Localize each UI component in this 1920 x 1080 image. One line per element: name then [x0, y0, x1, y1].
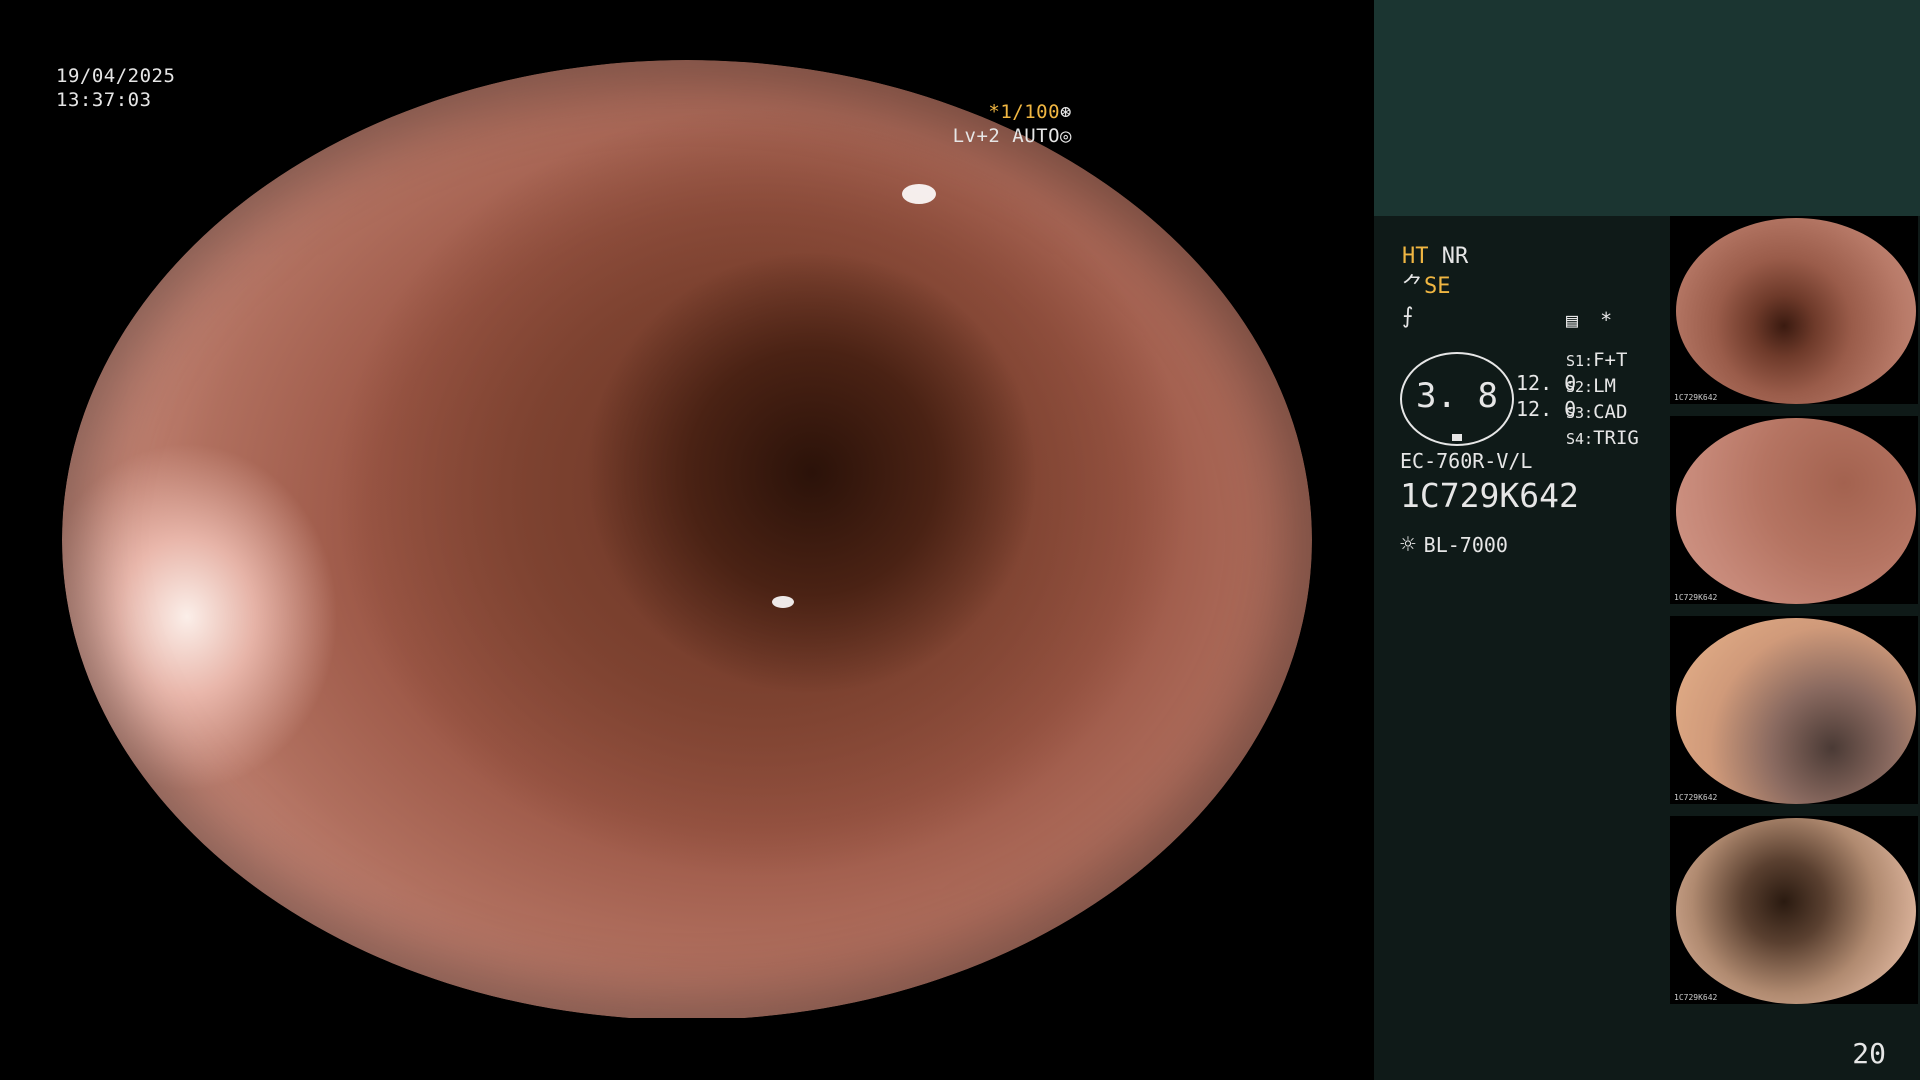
datetime-readout: 19/04/2025 13:37:03	[56, 64, 175, 112]
mode-ht: HT	[1402, 244, 1429, 269]
light-source-model: BL-7000	[1423, 533, 1508, 557]
settings-menu-icon: ▤	[1566, 308, 1579, 332]
thumbnail-label: 1C729K642	[1674, 793, 1718, 802]
scope-model: EC-760R-V/L	[1400, 449, 1533, 473]
page-number: 20	[1852, 1037, 1886, 1070]
status-icons: ▤ *	[1566, 308, 1612, 332]
thumbnail-image	[1676, 818, 1916, 1004]
specular-highlight	[252, 920, 270, 942]
switch-row: S1:F+T	[1566, 349, 1628, 371]
panel-header-area	[1374, 0, 1920, 216]
switch-row: S4:TRIG	[1566, 427, 1639, 449]
capture-thumbnail[interactable]: 1C729K642	[1670, 816, 1918, 1004]
frame-mask-bottom	[0, 1018, 1370, 1080]
mode-nr: NR	[1441, 244, 1469, 269]
thumbnail-label: 1C729K642	[1674, 993, 1718, 1002]
structure-icon: ⺈	[1402, 274, 1425, 299]
image-modes: HT NR ⺈SE ⨍	[1402, 242, 1468, 332]
capture-thumbnail[interactable]: 1C729K642	[1670, 616, 1918, 804]
switch-row: S3:CAD	[1566, 401, 1628, 423]
light-source-icon: ☼	[1400, 530, 1416, 560]
capture-thumbnail[interactable]: 1C729K642	[1670, 416, 1918, 604]
zoom-gauge: 3. 8	[1400, 352, 1514, 446]
capture-thumbnail[interactable]: 1C729K642	[1670, 216, 1918, 404]
gauge-value: 3. 8	[1416, 376, 1498, 416]
gauge-marker	[1452, 434, 1462, 441]
info-panel: HT NR ⺈SE ⨍ ▤ * 3. 8 12. 0 12. 0 S1:F+T …	[1374, 0, 1920, 1080]
level-text: Lv+2 AUTO	[952, 125, 1061, 147]
shutter-icon: ⊛	[1060, 101, 1072, 123]
specular-highlight	[772, 596, 794, 608]
thumbnail-image	[1676, 418, 1916, 604]
thumbnail-image	[1676, 218, 1916, 404]
specular-highlight	[902, 184, 936, 204]
exposure-readout: *1/100⊛ Lv+2 AUTO◎	[953, 100, 1072, 148]
light-source-row: ☼ BL-7000	[1400, 530, 1508, 560]
thumbnail-label: 1C729K642	[1674, 593, 1718, 602]
star-icon: *	[1600, 308, 1613, 332]
date-text: 19/04/2025	[56, 65, 176, 87]
shutter-text: *1/100	[988, 101, 1061, 123]
iris-icon: ◎	[1060, 125, 1072, 147]
scope-serial: 1C729K642	[1400, 476, 1579, 515]
thumbnail-image	[1676, 618, 1916, 804]
time-text: 13:37:03	[56, 89, 152, 111]
endoscope-live-view	[62, 60, 1312, 1020]
enhancement-icon: ⨍	[1402, 304, 1414, 329]
switch-row: S2:LM	[1566, 375, 1616, 397]
scope-switch-list: S1:F+T S2:LM S3:CAD S4:TRIG	[1566, 348, 1639, 452]
thumbnail-label: 1C729K642	[1674, 393, 1718, 402]
mode-se: SE	[1424, 274, 1451, 299]
frame-mask-top	[0, 0, 1370, 60]
